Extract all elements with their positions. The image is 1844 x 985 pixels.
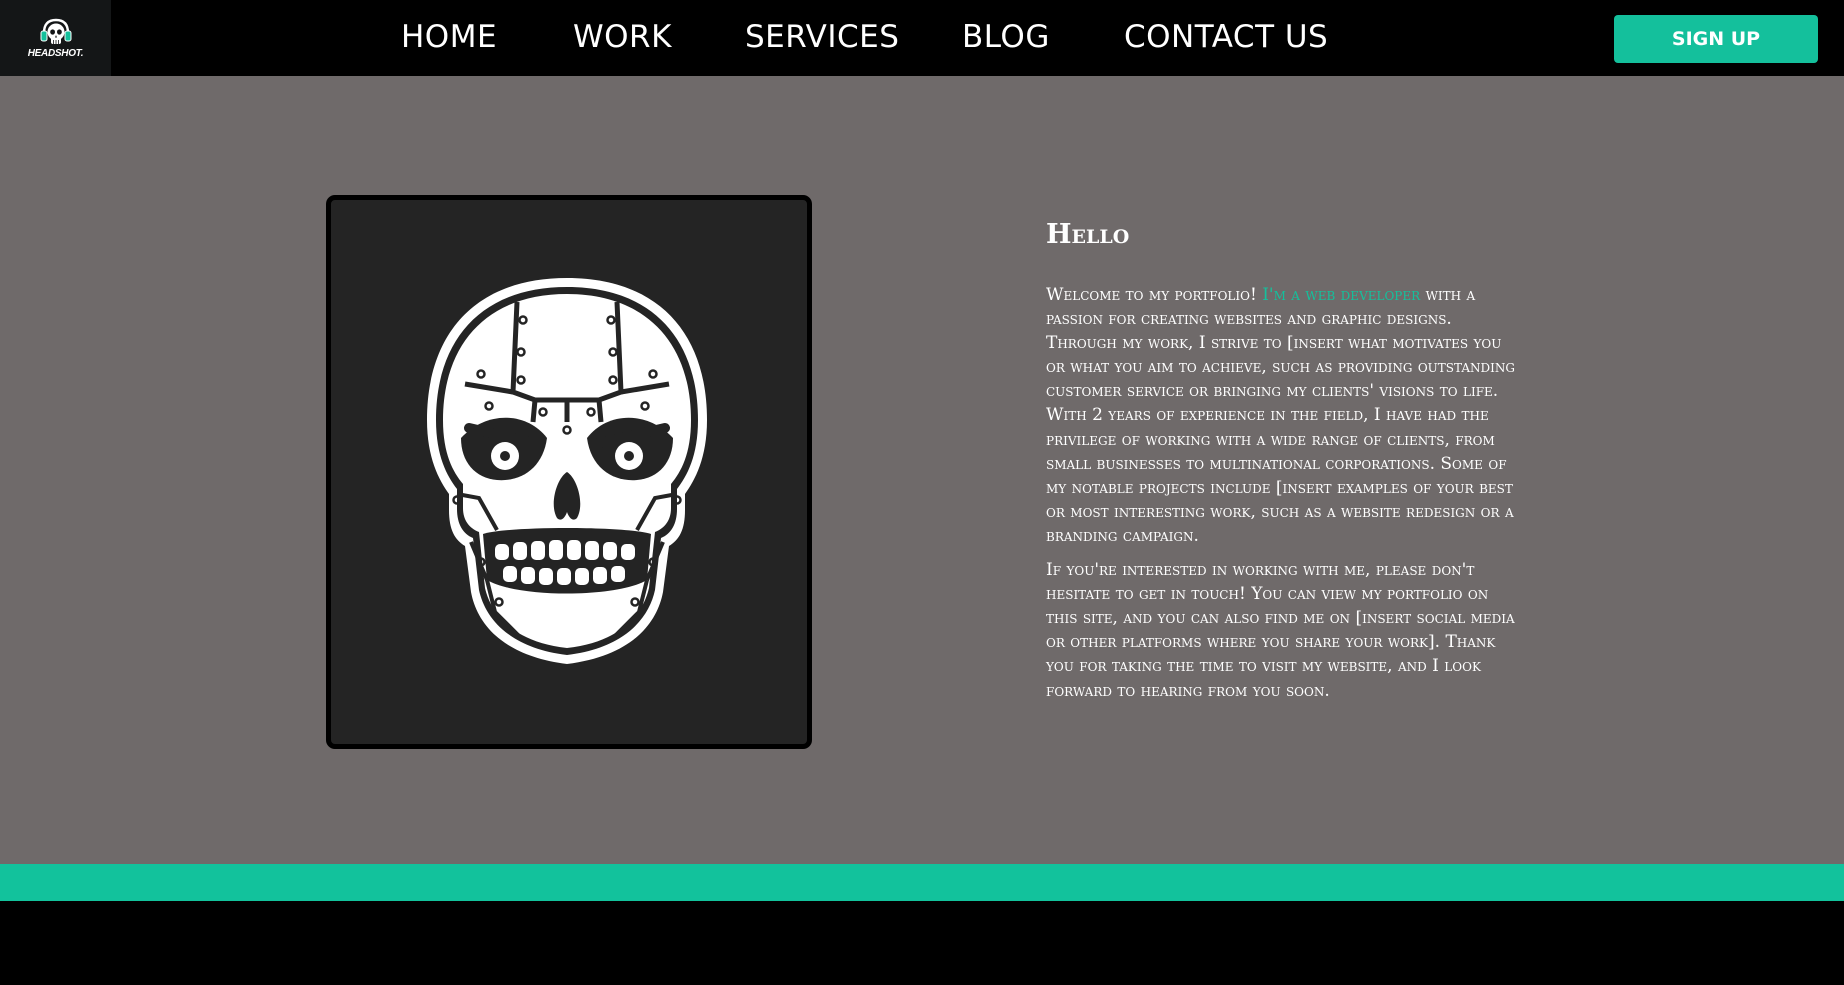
skull-headphones-icon bbox=[40, 18, 71, 44]
nav-work[interactable]: WORK bbox=[573, 22, 672, 53]
hero-image-frame bbox=[326, 195, 812, 749]
intro-section: Hello Welcome to my portfolio! I'm a web… bbox=[1046, 215, 1518, 713]
nav-home[interactable]: HOME bbox=[401, 22, 497, 53]
intro-heading: Hello bbox=[1046, 219, 1130, 250]
para1-start: Welcome to my portfolio! bbox=[1046, 285, 1263, 305]
intro-paragraph-1: Welcome to my portfolio! I'm a web devel… bbox=[1046, 283, 1518, 548]
robot-skull-icon bbox=[427, 278, 707, 664]
logo-text: HEADSHOT. bbox=[27, 48, 84, 59]
site-logo[interactable]: HEADSHOT. bbox=[0, 0, 111, 76]
nav-blog[interactable]: BLOG bbox=[962, 22, 1050, 53]
nav-services[interactable]: SERVICES bbox=[745, 22, 899, 53]
nav-contact-us[interactable]: CONTACT US bbox=[1124, 22, 1328, 53]
accent-band bbox=[0, 864, 1844, 901]
sign-up-button[interactable]: SIGN UP bbox=[1614, 15, 1818, 63]
footer bbox=[0, 901, 1844, 985]
intro-paragraph-2: If you're interested in working with me,… bbox=[1046, 560, 1515, 701]
para1-end: with a passion for creating websites and… bbox=[1046, 285, 1515, 546]
top-navbar: HEADSHOT. HOME WORK SERVICES BLOG CONTAC… bbox=[0, 0, 1844, 76]
role-highlight: I'm a web developer bbox=[1262, 285, 1421, 305]
